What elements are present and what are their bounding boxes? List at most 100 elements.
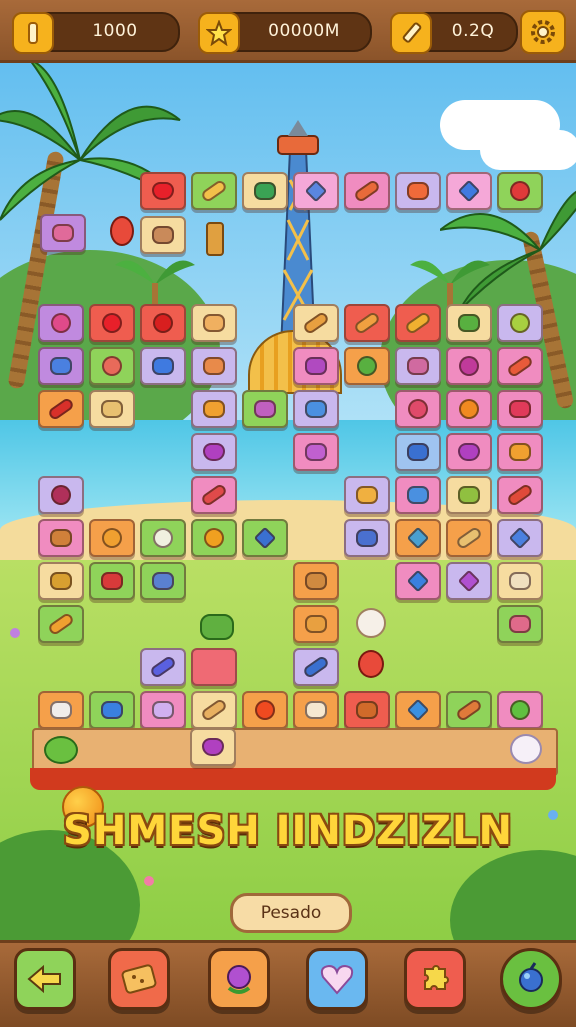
- tray-slot-ghost[interactable]: [510, 734, 542, 764]
- tile-pear[interactable]: [191, 390, 237, 428]
- tile-dumpling[interactable]: [293, 691, 339, 729]
- tile-gem[interactable]: [242, 519, 288, 557]
- tile-cheese[interactable]: [191, 304, 237, 342]
- tile-heart[interactable]: [140, 172, 186, 210]
- tile-corn[interactable]: [395, 304, 441, 342]
- tile-bow[interactable]: [395, 172, 441, 210]
- tile-bell[interactable]: [140, 562, 186, 600]
- tile-cake[interactable]: [89, 562, 135, 600]
- tile-basket[interactable]: [38, 519, 84, 557]
- tile-bread[interactable]: [191, 691, 237, 729]
- tile-candy[interactable]: [293, 347, 339, 385]
- bell-icon: [152, 572, 174, 590]
- tile-cookie[interactable]: [293, 605, 339, 643]
- tile-berry[interactable]: [38, 476, 84, 514]
- tile-onion[interactable]: [242, 390, 288, 428]
- tile-chili[interactable]: [497, 347, 543, 385]
- tile-figure[interactable]: [38, 347, 84, 385]
- tile-shard[interactable]: [395, 519, 441, 557]
- jar-icon: [356, 486, 378, 504]
- tile-chili[interactable]: [38, 390, 84, 428]
- tile-flower[interactable]: [497, 605, 543, 643]
- tile-jar[interactable]: [344, 476, 390, 514]
- tray-slot-heart[interactable]: [190, 728, 236, 766]
- tile-blank[interactable]: [191, 648, 237, 686]
- tile-dumpling[interactable]: [140, 691, 186, 729]
- tile-pea[interactable]: [344, 347, 390, 385]
- tile-carrot[interactable]: [140, 648, 186, 686]
- tile-flower[interactable]: [395, 347, 441, 385]
- diamond-icon: [457, 179, 481, 203]
- tile-orange[interactable]: [191, 519, 237, 557]
- tile-cheese[interactable]: [293, 562, 339, 600]
- tile-leaf[interactable]: [242, 172, 288, 210]
- tray-rim: [30, 768, 556, 790]
- tile-carrot[interactable]: [344, 172, 390, 210]
- tile-pepper[interactable]: [38, 605, 84, 643]
- tile-bone[interactable]: [446, 519, 492, 557]
- tile-girl[interactable]: [40, 214, 86, 252]
- tile-apple[interactable]: [140, 304, 186, 342]
- tile-figure[interactable]: [344, 519, 390, 557]
- tile-berry[interactable]: [395, 390, 441, 428]
- dumpling-icon: [152, 701, 174, 719]
- tile-honey[interactable]: [38, 562, 84, 600]
- tile-tomato[interactable]: [242, 691, 288, 729]
- tile-leaf[interactable]: [446, 304, 492, 342]
- tile-orange[interactable]: [446, 390, 492, 428]
- tile-milk[interactable]: [140, 347, 186, 385]
- coin-icon: [12, 12, 54, 54]
- tile-corn[interactable]: [344, 304, 390, 342]
- tile-bug[interactable]: [497, 433, 543, 471]
- tile-heart[interactable]: [191, 433, 237, 471]
- heart-button[interactable]: [306, 948, 368, 1010]
- status-button[interactable]: Pesado: [230, 893, 352, 933]
- bottom-toolbar: [0, 940, 576, 1027]
- shuffle-button[interactable]: [108, 948, 170, 1010]
- tile-gem[interactable]: [395, 691, 441, 729]
- tile-melon[interactable]: [89, 347, 135, 385]
- tile-gem[interactable]: [395, 562, 441, 600]
- bomb-button[interactable]: [500, 948, 562, 1010]
- tile-bowl[interactable]: [395, 476, 441, 514]
- tile-jar[interactable]: [293, 390, 339, 428]
- tile-berry[interactable]: [38, 304, 84, 342]
- tile-apple[interactable]: [497, 304, 543, 342]
- tile-pepper[interactable]: [293, 648, 339, 686]
- tray-slot-apple[interactable]: [44, 736, 78, 764]
- puzzle-button[interactable]: [404, 948, 466, 1010]
- tile-apple[interactable]: [89, 304, 135, 342]
- back-arrow-icon: [27, 964, 61, 994]
- tile-heart[interactable]: [446, 433, 492, 471]
- tile-cracker[interactable]: [89, 390, 135, 428]
- pea-icon: [357, 356, 377, 376]
- tile-apple[interactable]: [497, 691, 543, 729]
- tile-lemon[interactable]: [89, 519, 135, 557]
- tile-strawberry[interactable]: [497, 390, 543, 428]
- tile-jar[interactable]: [497, 562, 543, 600]
- tile-crystal[interactable]: [446, 562, 492, 600]
- tile-diamond[interactable]: [446, 172, 492, 210]
- tile-crystal[interactable]: [497, 519, 543, 557]
- settings-button[interactable]: [520, 10, 566, 54]
- tile-cake[interactable]: [344, 691, 390, 729]
- back-button[interactable]: [14, 948, 76, 1010]
- tile-bread[interactable]: [191, 172, 237, 210]
- tile-bread[interactable]: [293, 304, 339, 342]
- tile-face[interactable]: [140, 216, 186, 254]
- tile-carrot[interactable]: [191, 476, 237, 514]
- tile-bun[interactable]: [191, 347, 237, 385]
- tile-egg[interactable]: [140, 519, 186, 557]
- tile-jelly[interactable]: [293, 433, 339, 471]
- tile-gem[interactable]: [293, 172, 339, 210]
- tile-apple[interactable]: [497, 172, 543, 210]
- tile-plum[interactable]: [446, 347, 492, 385]
- tile-grapes[interactable]: [446, 476, 492, 514]
- hint-button[interactable]: [208, 948, 270, 1010]
- tile-cup[interactable]: [395, 433, 441, 471]
- tile-cake[interactable]: [38, 691, 84, 729]
- tile-soap[interactable]: [89, 691, 135, 729]
- tile-carrot[interactable]: [446, 691, 492, 729]
- apple-icon: [102, 313, 122, 333]
- tile-carrot[interactable]: [497, 476, 543, 514]
